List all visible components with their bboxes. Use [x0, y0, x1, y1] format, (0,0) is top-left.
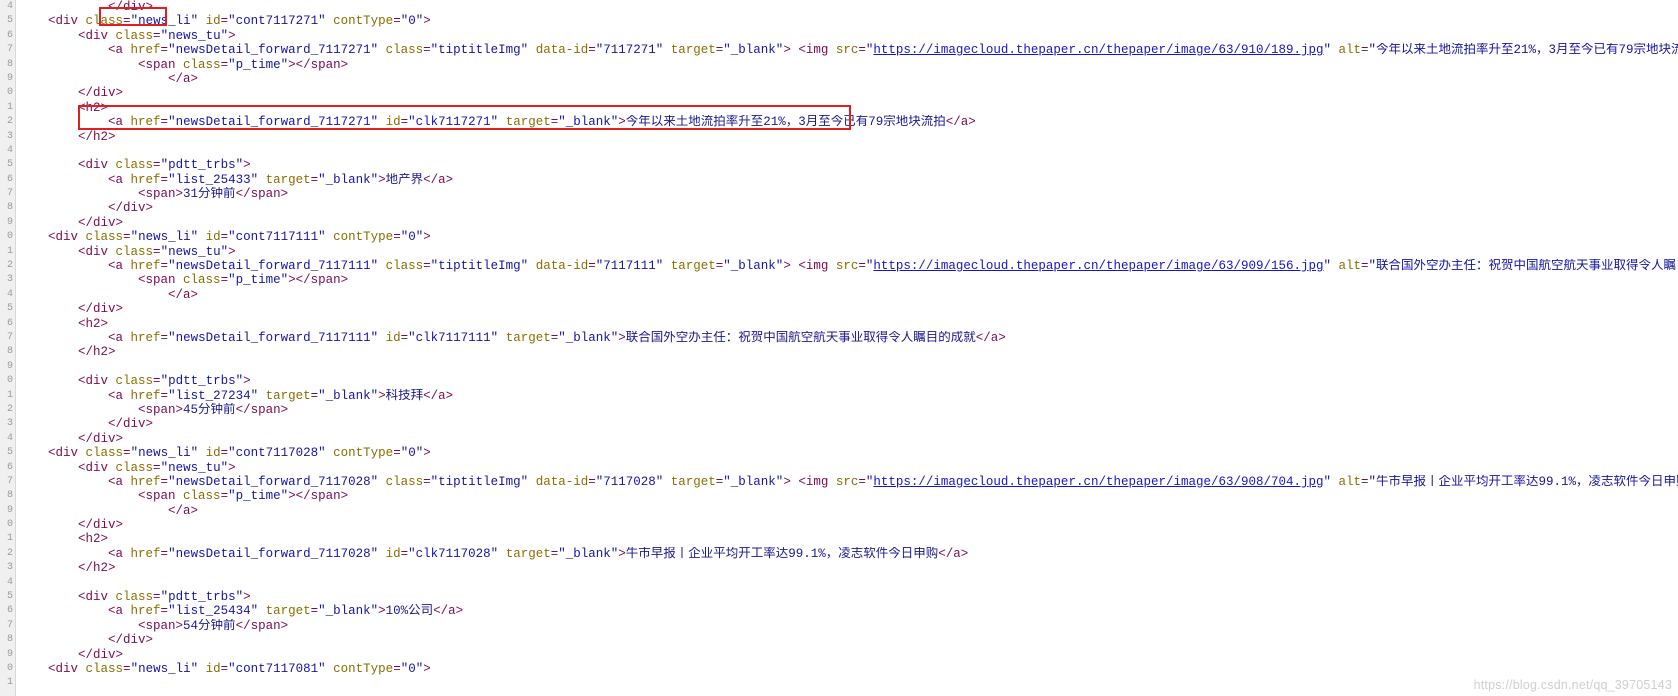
- line-number: 9: [6, 648, 13, 660]
- source-code-viewer: 4 5 6 7 8 9 0 1 2 3 4 5 6 7 8 9 0 1 2 3 4 5 6 7 8 9 0 1 2 3 4 5 6 7 8 9 0 1 2 3…: [0, 0, 1678, 696]
- line-number: 5: [6, 15, 13, 27]
- line-number: 8: [6, 346, 13, 358]
- line-number: 2: [6, 403, 13, 415]
- line-number-gutter: 4 5 6 7 8 9 0 1 2 3 4 5 6 7 8 9 0 1 2 3 4 5 6 7 8 9 0 1 2 3 4 5 6 7 8 9 0 1 2 3…: [0, 0, 16, 696]
- code-line: <div class="news_li" id="cont7117081" co…: [48, 661, 431, 676]
- code-line: <a href="newsDetail_forward_7117111" cla…: [108, 259, 1678, 274]
- code-line: </a>: [168, 503, 199, 518]
- line-number: 3: [6, 274, 13, 286]
- line-number: 8: [6, 490, 13, 502]
- code-line: <div class="pdtt_trbs">: [78, 590, 251, 605]
- line-number: 4: [6, 1, 13, 12]
- line-number: 4: [6, 144, 13, 156]
- line-number: 0: [6, 519, 13, 531]
- code-line: </h2>: [78, 345, 116, 360]
- code-line: <div class="news_li" id="cont7117028" co…: [48, 446, 431, 461]
- code-line: </div>: [78, 431, 124, 446]
- line-number: 6: [6, 173, 13, 185]
- line-number: 8: [6, 58, 13, 70]
- code-line: </div>: [78, 86, 124, 101]
- line-number: 3: [6, 562, 13, 574]
- watermark: https://blog.csdn.net/qq_39705143: [1473, 678, 1672, 692]
- code-line: <span>31分钟前</span>: [138, 187, 289, 202]
- line-number: 1: [6, 101, 13, 113]
- line-number: 7: [6, 619, 13, 631]
- line-number: 6: [6, 29, 13, 41]
- line-number: 0: [6, 87, 13, 99]
- code-line: </div>: [108, 633, 154, 648]
- line-number: 8: [6, 634, 13, 646]
- line-number: 0: [6, 375, 13, 387]
- code-area[interactable]: </div> <div class="news_li" id="cont7117…: [18, 0, 1678, 696]
- code-line: </div>: [78, 302, 124, 317]
- code-line: <a href="list_25434" target="_blank">10%…: [108, 604, 464, 619]
- code-line: <span class="p_time"></span>: [138, 57, 349, 72]
- line-number: 9: [6, 504, 13, 516]
- line-number: 9: [6, 216, 13, 228]
- line-number: 1: [6, 389, 13, 401]
- code-line: <a href="list_27234" target="_blank">科技拜…: [108, 388, 454, 403]
- code-line: </h2>: [78, 561, 116, 576]
- line-number: 5: [6, 447, 13, 459]
- line-number: 1: [6, 533, 13, 545]
- code-line: <div class="pdtt_trbs">: [78, 374, 251, 389]
- code-line: <a href="newsDetail_forward_7117028" cla…: [108, 474, 1678, 489]
- line-number: 4: [6, 288, 13, 300]
- code-line: </a>: [168, 71, 199, 86]
- code-line: <h2>: [78, 100, 109, 115]
- code-line: </div>: [78, 647, 124, 662]
- line-number: 3: [6, 418, 13, 430]
- line-number: 6: [6, 605, 13, 617]
- code-line: </div>: [78, 518, 124, 533]
- code-line: </div>: [78, 215, 124, 230]
- code-line: <a href="newsDetail_forward_7117271" cla…: [108, 43, 1678, 58]
- line-number: 6: [6, 317, 13, 329]
- code-line: <a href="newsDetail_forward_7117028" id=…: [108, 546, 969, 561]
- line-number: 4: [6, 432, 13, 444]
- line-number: 5: [6, 303, 13, 315]
- code-line: <span>54分钟前</span>: [138, 618, 289, 633]
- code-line: </div>: [108, 0, 154, 14]
- code-line: <span>45分钟前</span>: [138, 402, 289, 417]
- code-line: <a href="newsDetail_forward_7117271" id=…: [108, 115, 976, 130]
- line-number: 8: [6, 202, 13, 214]
- code-line: </div>: [108, 201, 154, 216]
- line-number: 7: [6, 44, 13, 56]
- code-line: </a>: [168, 287, 199, 302]
- line-number: 2: [6, 547, 13, 559]
- line-number: 2: [6, 260, 13, 272]
- code-line: <span class="p_time"></span>: [138, 273, 349, 288]
- line-number: 1: [6, 245, 13, 257]
- code-line: <a href="newsDetail_forward_7117111" id=…: [108, 330, 1006, 345]
- line-number: 5: [6, 591, 13, 603]
- code-line: <div class="news_tu">: [78, 28, 236, 43]
- code-line: <h2>: [78, 532, 109, 547]
- code-line: <a href="list_25433" target="_blank">地产界…: [108, 172, 454, 187]
- line-number: 7: [6, 331, 13, 343]
- code-line: </div>: [108, 417, 154, 432]
- line-number: 1: [6, 677, 13, 689]
- code-line: <div class="news_tu">: [78, 244, 236, 259]
- code-line: <span class="p_time"></span>: [138, 489, 349, 504]
- code-line: <div class="news_li" id="cont7117111" co…: [48, 230, 431, 245]
- line-number: 6: [6, 461, 13, 473]
- code-line: <div class="news_tu">: [78, 460, 236, 475]
- code-line: </h2>: [78, 129, 116, 144]
- line-number: 3: [6, 130, 13, 142]
- line-number: 0: [6, 231, 13, 243]
- line-number: 4: [6, 576, 13, 588]
- code-line: <h2>: [78, 316, 109, 331]
- line-number: 2: [6, 116, 13, 128]
- code-line: <div class="pdtt_trbs">: [78, 158, 251, 173]
- line-number: 7: [6, 475, 13, 487]
- line-number: 5: [6, 159, 13, 171]
- line-number: 0: [6, 662, 13, 674]
- line-number: 7: [6, 188, 13, 200]
- line-number: 9: [6, 72, 13, 84]
- line-number: 9: [6, 360, 13, 372]
- code-line: <div class="news_li" id="cont7117271" co…: [48, 14, 431, 29]
